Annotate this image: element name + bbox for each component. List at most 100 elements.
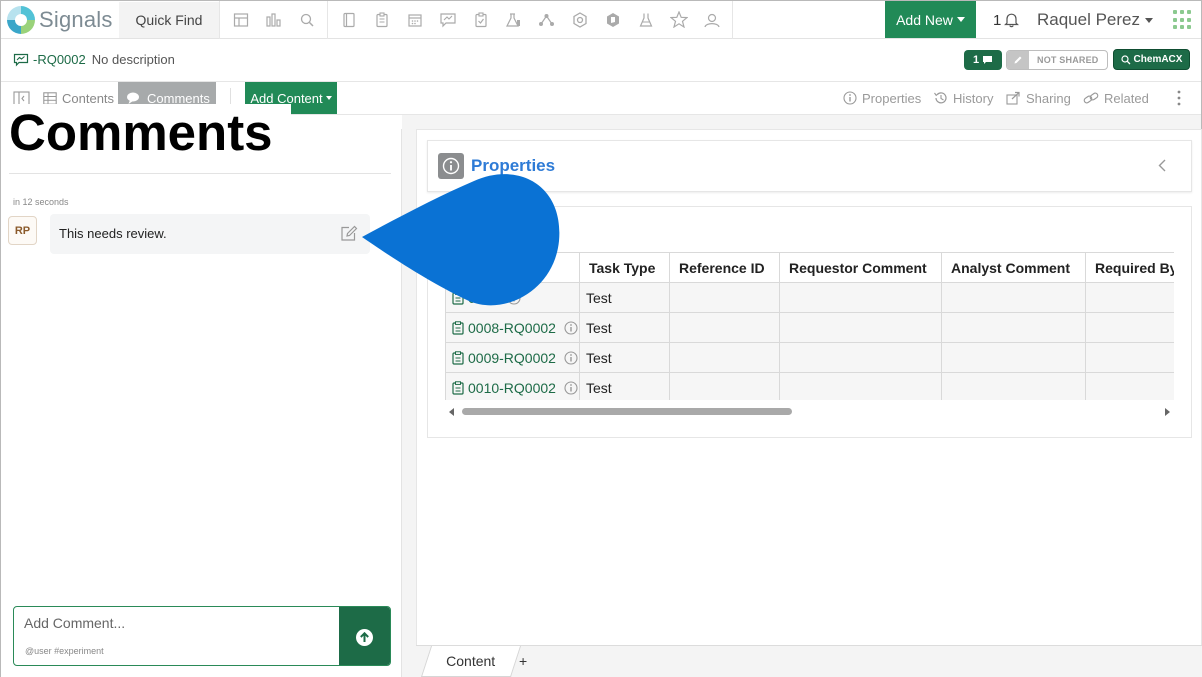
comment-timestamp: in 12 seconds — [13, 197, 69, 207]
table-icon — [43, 91, 57, 105]
analyst-comment-cell[interactable] — [941, 312, 1086, 343]
requestor-comment-cell[interactable] — [779, 342, 942, 373]
send-comment-button[interactable] — [339, 607, 390, 665]
task-id-link[interactable]: 0009-RQ0002 — [468, 350, 556, 366]
charts-icon[interactable] — [257, 1, 290, 39]
hexagon-icon[interactable] — [563, 1, 596, 39]
add-tab-button[interactable]: + — [519, 653, 527, 669]
required-by-cell[interactable] — [1085, 282, 1174, 313]
required-by-cell[interactable] — [1085, 312, 1174, 343]
sharing-tab[interactable]: Sharing — [1006, 82, 1071, 114]
comment-count-badge[interactable]: 1 — [964, 50, 1002, 70]
signals-logo[interactable]: Signals — [1, 1, 119, 39]
comment-count: 1 — [972, 54, 980, 66]
more-options-icon[interactable] — [1177, 90, 1181, 106]
tab-content[interactable]: Content — [420, 646, 522, 677]
reference-id-cell[interactable] — [669, 282, 780, 313]
task-id-link[interactable]: 0010-RQ0002 — [468, 380, 556, 396]
related-tab[interactable]: Related — [1083, 82, 1149, 114]
tutorial-callout-pointer — [359, 161, 564, 309]
flask-chart-icon[interactable] — [497, 1, 530, 39]
search-icon[interactable] — [290, 1, 323, 39]
analyst-comment-cell[interactable] — [941, 342, 1086, 373]
network-icon[interactable] — [530, 1, 563, 39]
notifications-button[interactable]: 1 — [993, 1, 1020, 39]
reference-id-cell[interactable] — [669, 372, 780, 400]
column-header[interactable]: Requestor Comment — [779, 252, 942, 283]
table-row[interactable]: 0009-RQ0002 Test — [445, 342, 1174, 373]
task-icon[interactable] — [464, 1, 497, 39]
column-header[interactable]: Reference ID — [669, 252, 780, 283]
dashboard-icon[interactable] — [224, 1, 257, 39]
requestor-comment-cell[interactable] — [779, 372, 942, 400]
apps-grid-icon[interactable] — [1173, 10, 1193, 30]
task-id-link[interactable]: 0008-RQ0002 — [468, 320, 556, 336]
column-header[interactable]: Required By — [1085, 252, 1174, 283]
user-icon[interactable] — [695, 1, 728, 39]
properties-tab[interactable]: Properties — [843, 82, 921, 114]
task-id-cell[interactable]: 0009-RQ0002 — [445, 342, 580, 373]
notification-count: 1 — [993, 11, 1002, 29]
task-id-cell[interactable]: 0010-RQ0002 — [445, 372, 580, 400]
bell-icon — [1004, 13, 1020, 28]
task-icon — [452, 380, 464, 395]
share-icon — [1006, 91, 1020, 105]
add-new-button[interactable]: Add New — [885, 1, 976, 38]
quick-find-button[interactable]: Quick Find — [119, 1, 219, 38]
table-row[interactable]: 0008-RQ0002 Test — [445, 312, 1174, 343]
info-icon[interactable] — [564, 380, 578, 395]
chemacx-button[interactable]: ChemACX — [1113, 49, 1190, 70]
request-icon — [13, 53, 29, 66]
reference-id-cell[interactable] — [669, 342, 780, 373]
comments-panel-title: Comments — [1, 104, 291, 162]
analyst-comment-cell[interactable] — [941, 282, 1086, 313]
history-tab[interactable]: History — [933, 82, 993, 114]
caret-down-icon — [325, 96, 332, 100]
star-icon[interactable] — [662, 1, 695, 39]
add-new-label: Add New — [896, 11, 953, 28]
task-icon — [452, 320, 464, 335]
requestor-comment-cell[interactable] — [779, 282, 942, 313]
chevron-left-icon[interactable] — [1158, 159, 1166, 172]
task-id-cell[interactable]: 0008-RQ0002 — [445, 312, 580, 343]
scroll-left-arrow-icon[interactable] — [449, 408, 454, 416]
top-navigation-bar: Signals Quick Find Add New 1 Raquel Pere… — [1, 0, 1201, 39]
table-row[interactable]: 0010-RQ0002 Test — [445, 372, 1174, 400]
task-type-cell[interactable]: Test — [579, 372, 670, 400]
task-type-cell[interactable]: Test — [579, 282, 670, 313]
scrollbar-thumb[interactable] — [462, 408, 792, 415]
info-icon[interactable] — [564, 350, 578, 365]
mention-hint: @user #experiment — [25, 646, 104, 656]
comment-text: This needs review. — [59, 226, 167, 241]
column-header[interactable]: Task Type — [579, 252, 670, 283]
entity-id[interactable]: -RQ0002 — [33, 52, 86, 67]
info-icon[interactable] — [564, 320, 578, 335]
task-type-cell[interactable]: Test — [579, 342, 670, 373]
horizontal-scrollbar[interactable] — [445, 405, 1174, 419]
required-by-cell[interactable] — [1085, 342, 1174, 373]
calendar-icon[interactable] — [398, 1, 431, 39]
arrow-up-circle-icon — [356, 628, 373, 646]
logo-text: Signals — [39, 6, 113, 32]
required-by-cell[interactable] — [1085, 372, 1174, 400]
task-type-cell[interactable]: Test — [579, 312, 670, 343]
content-tab-bar: Content + — [416, 645, 1202, 677]
column-header[interactable]: Analyst Comment — [941, 252, 1086, 283]
avatar: RP — [8, 216, 37, 245]
caret-down-icon — [1145, 17, 1154, 23]
shield-icon[interactable] — [596, 1, 629, 39]
reference-id-cell[interactable] — [669, 312, 780, 343]
sharing-status-badge[interactable]: NOT SHARED — [1006, 50, 1108, 70]
chat-chart-icon[interactable] — [431, 1, 464, 39]
beaker-icon[interactable] — [629, 1, 662, 39]
notebook-icon[interactable] — [332, 1, 365, 39]
entity-description[interactable]: No description — [92, 52, 175, 67]
scroll-right-arrow-icon[interactable] — [1165, 408, 1170, 416]
add-comment-input[interactable] — [24, 615, 324, 631]
requestor-comment-cell[interactable] — [779, 312, 942, 343]
edit-icon[interactable] — [340, 225, 358, 242]
clipboard-icon[interactable] — [365, 1, 398, 39]
user-menu[interactable]: Raquel Perez — [1037, 1, 1154, 39]
analyst-comment-cell[interactable] — [941, 372, 1086, 400]
properties-label: Properties — [862, 90, 922, 106]
